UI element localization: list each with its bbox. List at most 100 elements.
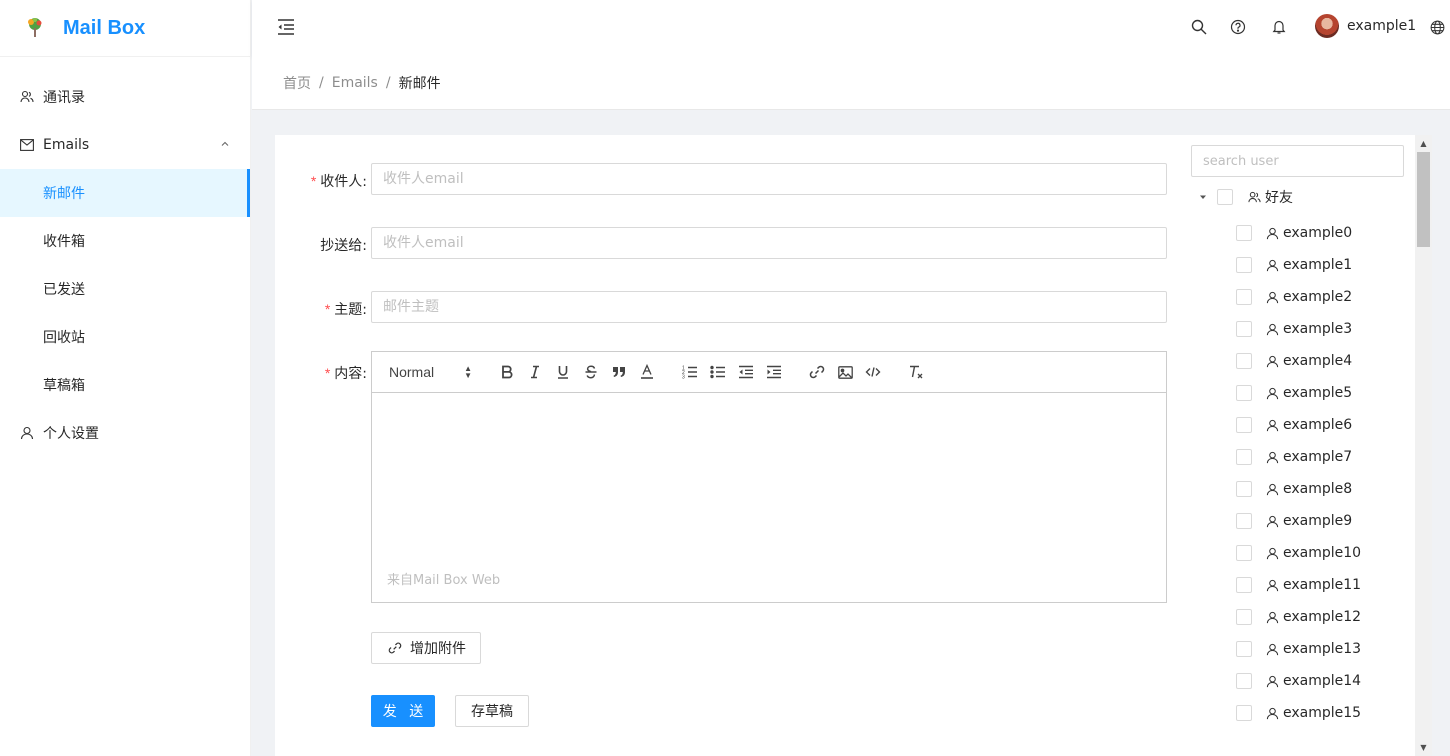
logo[interactable]: Mail Box <box>0 0 250 57</box>
image-icon[interactable] <box>835 362 855 382</box>
scrollbar-thumb[interactable] <box>1417 152 1430 247</box>
link-icon[interactable] <box>807 362 827 382</box>
user-node-label: example6 <box>1283 417 1353 433</box>
editor-body[interactable]: 来自Mail Box Web <box>372 393 1166 602</box>
ordered-list-icon[interactable]: 123 <box>680 362 700 382</box>
user-node-title[interactable]: example3 <box>1265 321 1352 337</box>
user-node-label: example2 <box>1283 289 1353 305</box>
italic-icon[interactable] <box>525 362 545 382</box>
select-arrows-icon: ▲ ▼ <box>464 364 472 380</box>
scroll-down-icon[interactable]: ▼ <box>1415 739 1432 756</box>
help-icon[interactable] <box>1229 18 1247 36</box>
user-node-title[interactable]: example2 <box>1265 289 1352 305</box>
outdent-icon[interactable] <box>736 362 756 382</box>
scroll-up-icon[interactable]: ▲ <box>1415 135 1432 152</box>
add-attachment-button[interactable]: 增加附件 <box>371 632 481 664</box>
user-icon <box>1265 546 1279 560</box>
user-checkbox[interactable] <box>1236 673 1252 689</box>
user-checkbox[interactable] <box>1236 321 1252 337</box>
cc-input[interactable] <box>371 227 1167 259</box>
menu-fold-icon[interactable] <box>276 17 296 37</box>
user-node-title[interactable]: example14 <box>1265 673 1361 689</box>
user-node-title[interactable]: example4 <box>1265 353 1352 369</box>
indent-icon[interactable] <box>764 362 784 382</box>
user-checkbox[interactable] <box>1236 353 1252 369</box>
tree-root-title[interactable]: 好友 <box>1247 187 1293 207</box>
email-signature: 来自Mail Box Web <box>387 573 501 588</box>
sidebar-item-sent[interactable]: 已发送 <box>0 265 250 313</box>
user-checkbox[interactable] <box>1236 513 1252 529</box>
bold-icon[interactable] <box>497 362 517 382</box>
user-checkbox[interactable] <box>1236 705 1252 721</box>
cc-label-text: 抄送给: <box>320 238 367 254</box>
tree-user-node: example3 <box>1236 313 1361 345</box>
sidebar-item-settings[interactable]: 个人设置 <box>0 409 250 457</box>
user-checkbox[interactable] <box>1236 641 1252 657</box>
user-checkbox[interactable] <box>1236 417 1252 433</box>
sidebar-item-trash[interactable]: 回收站 <box>0 313 250 361</box>
tree-root-checkbox[interactable] <box>1217 189 1233 205</box>
user-node-title[interactable]: example10 <box>1265 545 1361 561</box>
strikethrough-icon[interactable] <box>581 362 601 382</box>
user-icon <box>1265 674 1279 688</box>
format-select[interactable]: Normal ▲ ▼ <box>380 360 474 384</box>
cc-label: 抄送给: <box>320 235 367 255</box>
sidebar-item-new-mail[interactable]: 新邮件 <box>0 169 250 217</box>
user-node-title[interactable]: example12 <box>1265 609 1361 625</box>
user-checkbox[interactable] <box>1236 257 1252 273</box>
sidebar-item-emails[interactable]: Emails <box>0 121 250 169</box>
user-checkbox[interactable] <box>1236 225 1252 241</box>
format-select-value: Normal <box>389 364 435 380</box>
recipient-row: * 收件人: <box>275 163 1175 195</box>
user-node-title[interactable]: example1 <box>1265 257 1352 273</box>
user-node-title[interactable]: example15 <box>1265 705 1361 721</box>
user-checkbox[interactable] <box>1236 449 1252 465</box>
user-node-label: example11 <box>1283 577 1362 593</box>
recipient-input[interactable] <box>371 163 1167 195</box>
content-label-text: 内容: <box>334 366 367 382</box>
user-node-title[interactable]: example7 <box>1265 449 1352 465</box>
bullet-list-icon[interactable] <box>708 362 728 382</box>
bell-icon[interactable] <box>1270 18 1288 36</box>
search-icon[interactable] <box>1190 18 1208 36</box>
user-checkbox[interactable] <box>1236 385 1252 401</box>
globe-icon[interactable] <box>1428 18 1446 36</box>
user-icon <box>1265 482 1279 496</box>
sidebar-item-inbox[interactable]: 收件箱 <box>0 217 250 265</box>
sidebar-item-drafts[interactable]: 草稿箱 <box>0 361 250 409</box>
user-node-title[interactable]: example8 <box>1265 481 1352 497</box>
username[interactable]: example1 <box>1347 18 1416 34</box>
user-node-title[interactable]: example5 <box>1265 385 1352 401</box>
tree-user-node: example11 <box>1236 569 1361 601</box>
user-node-title[interactable]: example9 <box>1265 513 1352 529</box>
user-search-input[interactable] <box>1191 145 1404 177</box>
page-scrollbar[interactable]: ▲ ▼ <box>1415 135 1432 756</box>
sidebar-item-label: 已发送 <box>43 282 85 298</box>
user-node-title[interactable]: example6 <box>1265 417 1352 433</box>
user-checkbox[interactable] <box>1236 545 1252 561</box>
clear-format-icon[interactable] <box>906 362 926 382</box>
avatar[interactable] <box>1315 14 1339 38</box>
sidebar-item-contacts[interactable]: 通讯录 <box>0 73 250 121</box>
user-node-label: example1 <box>1283 257 1353 273</box>
breadcrumb-home[interactable]: 首页 <box>283 73 311 93</box>
user-checkbox[interactable] <box>1236 577 1252 593</box>
required-mark: * <box>324 365 331 381</box>
user-icon <box>1265 578 1279 592</box>
user-node-title[interactable]: example13 <box>1265 641 1361 657</box>
user-checkbox[interactable] <box>1236 481 1252 497</box>
subject-input[interactable] <box>371 291 1167 323</box>
caret-down-icon[interactable] <box>1191 185 1215 209</box>
user-checkbox[interactable] <box>1236 289 1252 305</box>
user-node-title[interactable]: example11 <box>1265 577 1361 593</box>
code-icon[interactable] <box>863 362 883 382</box>
save-draft-button[interactable]: 存草稿 <box>455 695 529 727</box>
user-checkbox[interactable] <box>1236 609 1252 625</box>
underline-icon[interactable] <box>553 362 573 382</box>
user-node-label: example14 <box>1283 673 1362 689</box>
user-node-title[interactable]: example0 <box>1265 225 1352 241</box>
send-button[interactable]: 发 送 <box>371 695 435 727</box>
blockquote-icon[interactable] <box>609 362 629 382</box>
text-color-icon[interactable] <box>637 362 657 382</box>
breadcrumb-emails[interactable]: Emails <box>332 75 378 91</box>
